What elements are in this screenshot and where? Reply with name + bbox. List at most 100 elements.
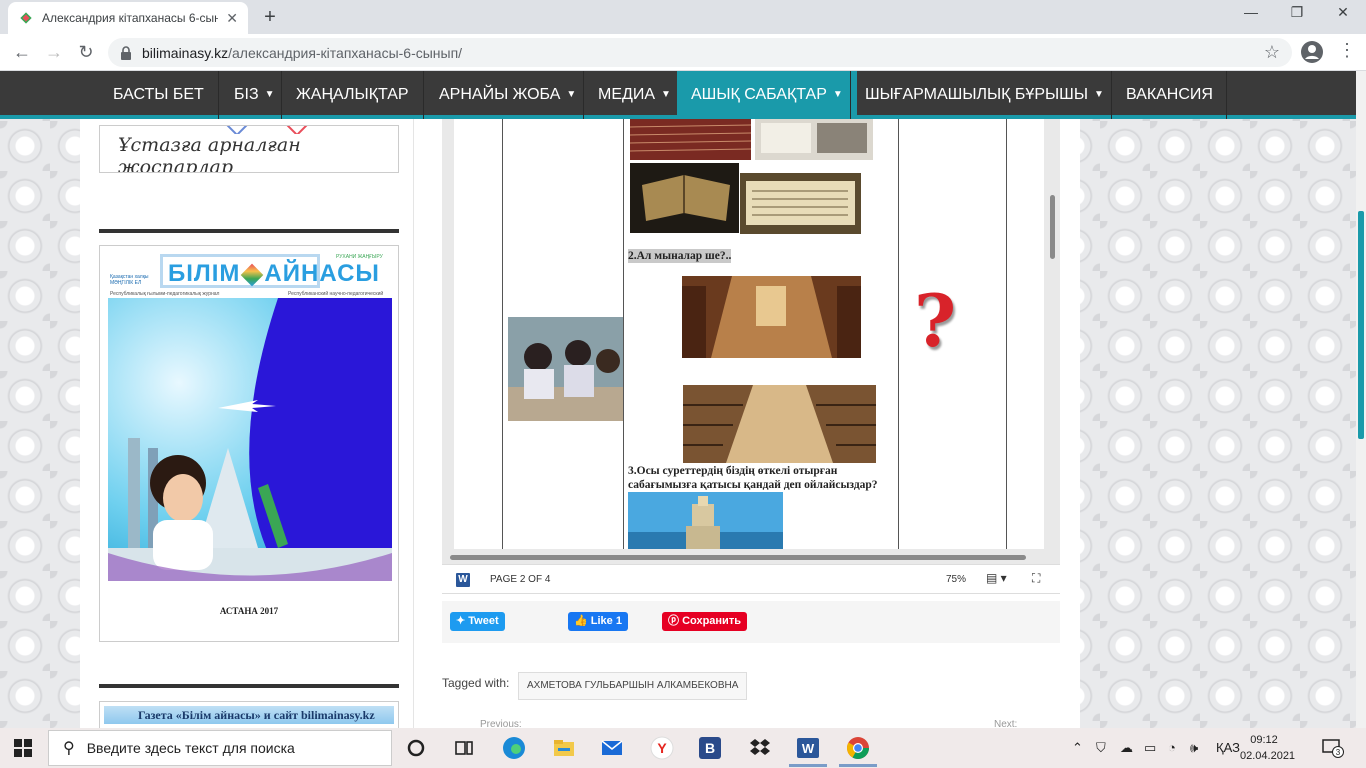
language-indicator[interactable]: ҚАЗ xyxy=(1216,740,1240,755)
nav-item-label: БІЗ xyxy=(234,86,259,104)
new-tab-button[interactable]: + xyxy=(258,6,282,30)
b-app-icon[interactable]: B xyxy=(698,736,722,760)
battery-icon[interactable]: ▭ xyxy=(1144,740,1156,756)
table-border xyxy=(898,119,899,549)
forward-arrow-icon[interactable]: → xyxy=(42,41,66,65)
taskbar-search-box[interactable]: ⚲ Введите здесь текст для поиска xyxy=(48,730,392,766)
page-scrollbar[interactable] xyxy=(1356,71,1366,728)
browser-menu-icon[interactable]: ⋮ xyxy=(1338,40,1356,64)
taskbar-search-placeholder: Введите здесь текст для поиска xyxy=(86,740,295,756)
sidebar-divider xyxy=(99,229,399,233)
magazine-top-right-text: РУХАНИ ЖАҢҒЫРУ xyxy=(336,254,383,260)
clock-time: 09:12 xyxy=(1250,734,1278,746)
back-arrow-icon[interactable]: ← xyxy=(10,41,34,65)
magazine-cover-image xyxy=(108,298,392,581)
magazine-cover-widget[interactable]: БІЛІМ АЙНАСЫ Қазақстан халқы МӘҢГІЛІК ЕЛ … xyxy=(99,245,399,642)
windows-start-icon[interactable] xyxy=(14,739,32,757)
profile-avatar-icon[interactable] xyxy=(1300,40,1324,64)
gazeta-banner[interactable]: Газета «Білім айнасы» и сайт bilimainasy… xyxy=(99,701,399,728)
nav-item-media[interactable]: МЕДИА ▼ xyxy=(584,71,685,119)
yandex-browser-icon[interactable]: Y xyxy=(650,736,674,760)
minimize-button[interactable]: — xyxy=(1228,4,1274,20)
viewer-status-bar: W PAGE 2 OF 4 75% ▤ ▾ ⛶ xyxy=(442,564,1060,594)
viewer-horizontal-scrollbar[interactable] xyxy=(450,555,1026,560)
magazine-subtitle-left: Республикалық ғылыми-педагогикалық журна… xyxy=(110,291,220,297)
file-explorer-icon[interactable] xyxy=(552,736,576,760)
page-viewport: БАСТЫ БЕТ БІЗ ▼ ЖАҢАЛЫҚТАР АРНАЙЫ ЖОБА ▼ М… xyxy=(0,71,1356,728)
main-navigation: БАСТЫ БЕТ БІЗ ▼ ЖАҢАЛЫҚТАР АРНАЙЫ ЖОБА ▼ М… xyxy=(0,71,1356,119)
previous-post-link[interactable]: Previous: xyxy=(480,719,522,728)
document-viewer[interactable]: 2.Ал мыналар ше?.. ? 3.Осы суреттердің б… xyxy=(442,119,1060,564)
lock-icon xyxy=(121,45,131,60)
maximize-button[interactable]: ❐ xyxy=(1274,4,1320,21)
doc-image-students-class xyxy=(508,317,623,421)
tag-chip[interactable]: АХМЕТОВА ГУЛЬБАРШЫН АЛКАМБЕКОВНА xyxy=(518,672,748,700)
address-bar[interactable]: bilimainasy.kz/александрия-кітапханасы-6… xyxy=(108,38,1292,67)
doc-image-library-hall xyxy=(682,276,861,358)
wifi-icon[interactable]: ◔ xyxy=(1168,740,1176,755)
viewer-vertical-scrollbar[interactable] xyxy=(1050,195,1055,259)
browser-tab-active[interactable]: Александрия кітапханасы 6-сынып ✕ xyxy=(8,2,248,34)
task-view-icon[interactable] xyxy=(452,736,476,760)
tray-overflow-icon[interactable]: ⌃ xyxy=(1072,740,1083,756)
tab-close-icon[interactable]: ✕ xyxy=(226,10,238,27)
page-scrollbar-thumb[interactable] xyxy=(1358,211,1364,439)
reload-icon[interactable]: ↻ xyxy=(74,41,98,65)
banner-diamonds-icon xyxy=(225,126,309,134)
clock-date: 02.04.2021 xyxy=(1240,750,1296,762)
url-host: bilimainasy.kz xyxy=(142,44,229,61)
caret-down-icon: ▼ xyxy=(264,89,275,100)
word-app-icon[interactable]: W xyxy=(796,736,820,760)
volume-icon[interactable]: 🕪 xyxy=(1190,740,1198,756)
table-border xyxy=(1006,119,1007,549)
next-post-link[interactable]: Next: xyxy=(994,719,1017,728)
dropbox-icon[interactable] xyxy=(748,736,772,760)
logo-right-text: АЙНАСЫ xyxy=(264,260,380,287)
caret-down-icon: ▼ xyxy=(1093,89,1104,100)
notification-center-icon[interactable]: 3 xyxy=(1322,738,1344,758)
facebook-like-button[interactable]: 👍 Like 1 xyxy=(568,612,628,631)
svg-text:W: W xyxy=(802,741,815,756)
svg-text:Y: Y xyxy=(657,740,667,756)
save-label: Сохранить xyxy=(682,615,741,627)
nav-separator xyxy=(218,71,219,119)
doc-question-3-line2: сабағымызға қатысы қандай деп ойлайсызда… xyxy=(628,479,878,491)
cortana-icon[interactable] xyxy=(404,736,428,760)
nav-item-about[interactable]: БІЗ ▼ xyxy=(220,71,289,119)
nav-item-creative-corner[interactable]: ШЫҒАРМАШЫЛЫҚ БҰРЫШЫ ▼ xyxy=(851,71,1118,119)
url-path: /александрия-кітапханасы-6-сынып/ xyxy=(228,44,463,61)
bookmark-star-icon[interactable]: ☆ xyxy=(1264,42,1280,63)
logo-left-text: БІЛІМ xyxy=(168,260,241,287)
mail-icon[interactable] xyxy=(600,736,624,760)
word-running-indicator xyxy=(789,764,827,767)
search-icon: ⚲ xyxy=(63,740,75,757)
tweet-button[interactable]: ✦ Tweet xyxy=(450,612,505,631)
taskbar-clock[interactable]: 09:12 02.04.2021 xyxy=(1240,732,1296,764)
nav-item-news[interactable]: ЖАҢАЛЫҚТАР xyxy=(282,71,423,119)
edge-browser-icon[interactable] xyxy=(502,736,526,760)
doc-question-2: 2.Ал мыналар ше?.. xyxy=(628,249,732,263)
nav-item-special-project[interactable]: АРНАЙЫ ЖОБА ▼ xyxy=(425,71,590,119)
nav-item-home[interactable]: БАСТЫ БЕТ xyxy=(99,71,218,119)
nav-item-label: АШЫҚ САБАҚТАР xyxy=(691,86,827,104)
page-indicator: PAGE 2 OF 4 xyxy=(490,574,551,585)
nav-separator xyxy=(1226,71,1227,119)
chrome-icon[interactable] xyxy=(846,736,870,760)
nav-item-open-lessons[interactable]: АШЫҚ САБАҚТАР ▼ xyxy=(677,71,857,119)
close-window-button[interactable]: ✕ xyxy=(1320,4,1366,21)
like-label: Like 1 xyxy=(590,615,622,627)
nav-item-label: ШЫҒАРМАШЫЛЫҚ БҰРЫШЫ xyxy=(865,86,1088,104)
caret-down-icon: ▼ xyxy=(566,89,577,100)
caret-down-icon: ▼ xyxy=(832,89,843,100)
nav-item-vacancy[interactable]: ВАКАНСИЯ xyxy=(1112,71,1227,119)
tray-security-icon[interactable]: ⛉ xyxy=(1096,740,1106,756)
fullscreen-icon[interactable]: ⛶ xyxy=(1032,571,1040,586)
tray-cloud-icon[interactable]: ☁ xyxy=(1120,740,1133,756)
document-page: 2.Ал мыналар ше?.. ? 3.Осы суреттердің б… xyxy=(454,119,1044,549)
pinterest-save-button[interactable]: ⓟ Сохранить xyxy=(662,612,747,631)
pinterest-icon: ⓟ xyxy=(668,615,683,627)
layout-menu-icon[interactable]: ▤ ▾ xyxy=(986,571,1007,585)
notification-count: 3 xyxy=(1336,748,1341,757)
zoom-level[interactable]: 75% xyxy=(946,574,966,585)
teacher-plans-banner[interactable]: Ұстазға арналған жоспарлар xyxy=(99,125,399,173)
